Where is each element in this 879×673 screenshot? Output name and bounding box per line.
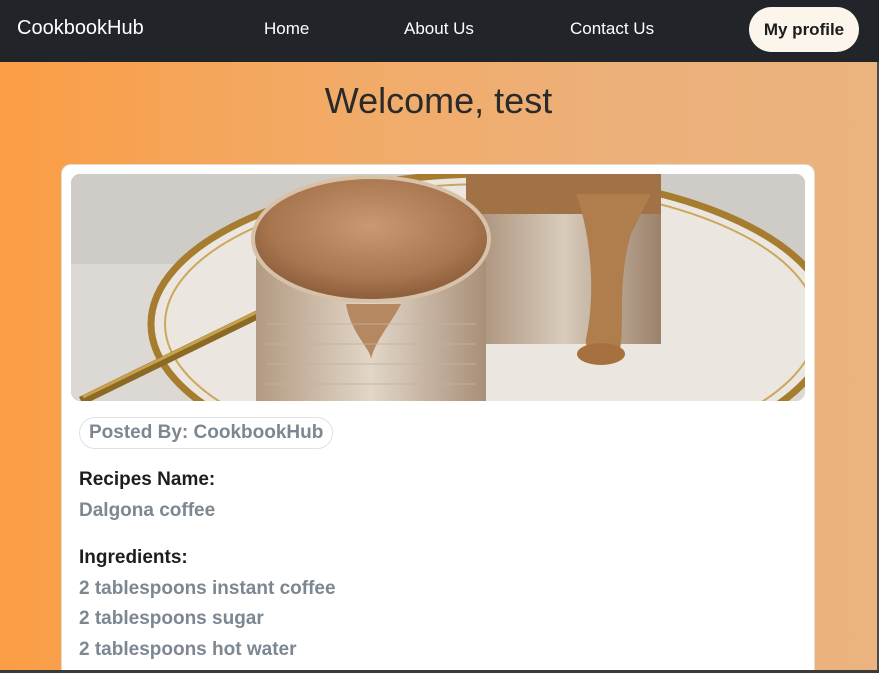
nav-link-about-us[interactable]: About Us [404, 19, 474, 39]
main-content: Welcome, test Posted By: CookbookHub Rec… [0, 62, 877, 672]
top-navbar: CookbookHub Home About Us Contact Us My … [0, 0, 879, 62]
nav-link-home[interactable]: Home [264, 19, 309, 39]
welcome-heading: Welcome, test [324, 80, 553, 121]
posted-by-badge: Posted By: CookbookHub [79, 417, 334, 449]
recipe-image [71, 174, 805, 401]
ingredient-item: 2 tablespoons hot water [79, 639, 297, 660]
my-profile-button[interactable]: My profile [749, 7, 859, 52]
ingredient-item: 2 tablespoons sugar [79, 608, 264, 629]
nav-link-contact-us[interactable]: Contact Us [570, 19, 654, 39]
recipe-card: Posted By: CookbookHub Recipes Name: Dal… [61, 164, 815, 672]
ingredients-label: Ingredients: [79, 547, 188, 568]
recipe-name-label: Recipes Name: [79, 469, 216, 490]
ingredient-item: 2 tablespoons instant coffee [79, 578, 336, 599]
brand-link[interactable]: CookbookHub [17, 17, 144, 40]
recipe-name: Dalgona coffee [79, 500, 216, 521]
